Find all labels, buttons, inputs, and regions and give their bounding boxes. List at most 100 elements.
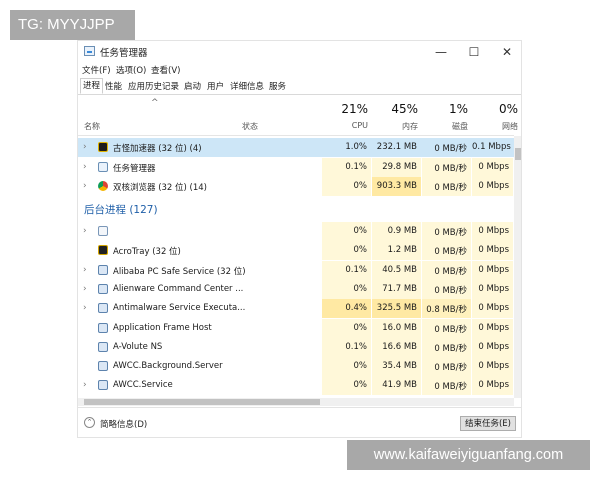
service-icon (98, 380, 108, 391)
memory-total: 45% (391, 102, 418, 116)
maximize-button[interactable]: ☐ (463, 43, 485, 61)
header-disk[interactable]: 1% 磁盘 (422, 95, 472, 135)
title-bar: 任务管理器 — ☐ ✕ (78, 41, 521, 63)
accelerator-icon (98, 142, 108, 152)
process-disk: 0.8 MB/秒 (426, 305, 467, 316)
task-manager-app-icon (84, 46, 95, 56)
process-net: 0 Mbps (478, 380, 509, 391)
process-cpu: 0% (353, 322, 368, 333)
header-name[interactable]: 名称 (84, 121, 100, 132)
tab-processes[interactable]: 进程 (80, 78, 104, 94)
tab-users[interactable]: 用户 (205, 80, 226, 92)
process-name: A-Volute NS (113, 341, 163, 352)
process-cpu: 1.0% (345, 142, 367, 152)
process-disk: 0 MB/秒 (434, 144, 467, 154)
background-process-row[interactable]: AcroTray (32 位) 0% 1.2 MB 0 MB/秒 0 Mbps (78, 241, 514, 261)
tab-bar: 进程 性能 应用历史记录 启动 用户 详细信息 服务 (78, 78, 521, 95)
expand-chevron-icon[interactable]: › (83, 284, 87, 294)
end-task-button[interactable]: 结束任务(E) (460, 416, 516, 431)
horizontal-scrollbar[interactable] (78, 398, 514, 406)
process-name: AWCC.Service (113, 380, 173, 391)
service-icon (98, 303, 108, 314)
process-cpu: 0% (353, 245, 368, 256)
service-icon (98, 341, 108, 352)
sort-arrow-icon: ^ (151, 98, 159, 108)
expand-chevron-icon[interactable]: › (83, 181, 87, 191)
background-process-row[interactable]: › 0% 0.9 MB 0 MB/秒 0 Mbps (78, 222, 514, 241)
process-net: 0 Mbps (478, 303, 509, 314)
app-process-row[interactable]: › 古怪加速器 (32 位) (4) 1.0% 232.1 MB 0 MB/秒 0.1 M… (78, 138, 514, 157)
process-mem: 40.5 MB (382, 264, 417, 275)
process-cpu: 0.1% (345, 264, 367, 275)
blank-service-icon (98, 226, 108, 236)
tab-performance[interactable]: 性能 (103, 80, 124, 92)
process-cpu: 0% (353, 283, 368, 294)
process-disk: 0 MB/秒 (434, 163, 467, 174)
process-mem: 903.3 MB (376, 181, 417, 191)
process-name: 任务管理器 (113, 163, 156, 174)
close-button[interactable]: ✕ (496, 43, 518, 61)
process-net: 0 Mbps (478, 264, 509, 275)
app-process-row[interactable]: › 任务管理器 0.1% 29.8 MB 0 MB/秒 0 Mbps (78, 157, 514, 177)
process-net: 0 Mbps (478, 322, 509, 333)
process-name: Antimalware Service Executa... (113, 303, 246, 314)
footer: ⌃ 简略信息(D) 结束任务(E) (78, 407, 521, 437)
minimize-button[interactable]: — (430, 43, 452, 61)
menu-options[interactable]: 选项(O) (116, 64, 146, 76)
tab-app-history[interactable]: 应用历史记录 (126, 80, 181, 92)
background-process-row[interactable]: AWCC.Background.Server 0% 35.4 MB 0 MB/秒 0 M… (78, 357, 514, 377)
cpu-label: CPU (351, 121, 368, 130)
service-icon (98, 322, 108, 333)
process-name: 双核浏览器 (32 位) (14) (113, 183, 208, 193)
header-network[interactable]: 0% 网络 (472, 95, 521, 135)
expand-chevron-icon[interactable]: › (83, 303, 87, 313)
process-name: Alibaba PC Safe Service (32 位) (113, 266, 246, 277)
horizontal-scroll-thumb[interactable] (84, 399, 320, 405)
background-process-row[interactable]: Application Frame Host 0% 16.0 MB 0 MB/秒 0 M… (78, 318, 514, 338)
fewer-details-icon[interactable]: ⌃ (84, 417, 95, 428)
tab-details[interactable]: 详细信息 (228, 80, 266, 92)
process-mem: 1.2 MB (387, 245, 417, 256)
fewer-details-link[interactable]: 简略信息(D) (100, 418, 147, 430)
process-mem: 29.8 MB (382, 161, 417, 172)
process-name: AWCC.Background.Server (113, 361, 223, 372)
background-process-row[interactable]: › Antimalware Service Executa... 0.4% 325.5… (78, 299, 514, 319)
process-disk: 0 MB/秒 (434, 228, 467, 238)
vertical-scrollbar[interactable] (514, 136, 521, 398)
background-process-row[interactable]: › Alibaba PC Safe Service (32 位) 0.1% 40.5 … (78, 260, 514, 280)
menu-view[interactable]: 查看(V) (151, 64, 180, 76)
tab-services[interactable]: 服务 (267, 80, 288, 92)
expand-chevron-icon[interactable]: › (83, 380, 87, 390)
header-cpu[interactable]: 21% CPU (322, 95, 372, 135)
expand-chevron-icon[interactable]: › (83, 142, 87, 152)
process-cpu: 0.4% (345, 303, 367, 314)
expand-chevron-icon[interactable]: › (83, 265, 87, 275)
process-name: 古怪加速器 (32 位) (4) (113, 144, 202, 154)
network-label: 网络 (502, 122, 518, 131)
process-cpu: 0% (353, 361, 368, 372)
process-mem: 325.5 MB (376, 303, 417, 314)
process-name: AcroTray (32 位) (113, 247, 181, 258)
process-disk: 0 MB/秒 (434, 285, 467, 296)
process-name: Alienware Command Center ... (113, 283, 244, 294)
tab-startup[interactable]: 启动 (182, 80, 203, 92)
process-mem: 16.6 MB (382, 341, 417, 352)
vertical-scroll-thumb[interactable] (515, 148, 521, 160)
process-disk: 0 MB/秒 (434, 183, 467, 193)
process-mem: 0.9 MB (387, 226, 417, 236)
background-process-row[interactable]: › Alienware Command Center ... 0% 71.7 MB 0 … (78, 279, 514, 299)
process-net: 0 Mbps (478, 181, 509, 191)
expand-chevron-icon[interactable]: › (83, 226, 87, 236)
process-disk: 0 MB/秒 (434, 266, 467, 277)
menu-file[interactable]: 文件(F) (82, 64, 111, 76)
expand-chevron-icon[interactable]: › (83, 162, 87, 172)
background-process-row[interactable]: A-Volute NS 0.1% 16.6 MB 0 MB/秒 0 Mbps (78, 337, 514, 357)
app-process-row[interactable]: › 双核浏览器 (32 位) (14) 0% 903.3 MB 0 MB/秒 0 Mbps (78, 177, 514, 196)
header-memory[interactable]: 45% 内存 (372, 95, 422, 135)
header-status[interactable]: 状态 (242, 121, 258, 132)
process-disk: 0 MB/秒 (434, 247, 467, 258)
process-disk: 0 MB/秒 (434, 382, 467, 393)
memory-label: 内存 (402, 122, 418, 131)
service-icon (98, 264, 108, 275)
background-process-row[interactable]: › AWCC.Service 0% 41.9 MB 0 MB/秒 0 Mbps (78, 376, 514, 396)
